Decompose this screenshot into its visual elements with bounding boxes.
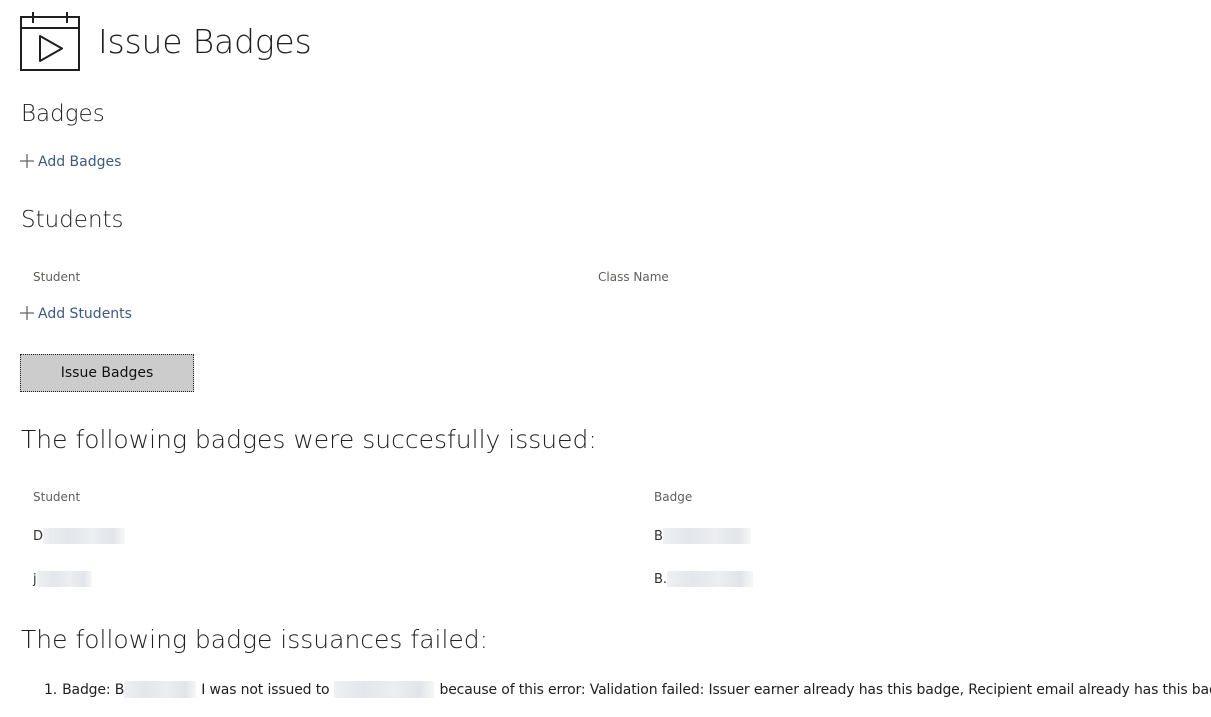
students-column-student[interactable]: Student <box>33 270 80 284</box>
redacted-text <box>36 571 92 587</box>
failed-error: because of this error: Validation failed… <box>439 681 1211 698</box>
plus-icon <box>20 305 34 320</box>
success-row-2-badge: B. <box>654 571 754 587</box>
students-section-title: Students <box>21 207 124 233</box>
student-name: D <box>33 528 44 544</box>
failed-prefix: Badge: B <box>62 681 125 698</box>
success-column-student[interactable]: Student <box>33 490 80 504</box>
badges-section-title: Badges <box>21 101 105 127</box>
list-number: 1. <box>44 681 58 698</box>
badge-name: B. <box>654 571 668 587</box>
redacted-text <box>667 571 754 587</box>
issue-badges-button[interactable]: Issue Badges <box>20 354 194 392</box>
page-title: Issue Badges <box>98 22 312 61</box>
add-students-link[interactable]: Add Students <box>20 305 132 322</box>
badge-name: B <box>654 528 663 544</box>
students-column-class-name[interactable]: Class Name <box>598 270 669 284</box>
redacted-text <box>334 681 435 698</box>
redacted-text <box>124 681 197 698</box>
success-section-title: The following badges were succesfully is… <box>21 425 597 454</box>
success-row-1-student: D <box>33 528 126 544</box>
plus-icon <box>20 153 34 168</box>
calendar-play-icon <box>20 12 80 71</box>
failed-section-title: The following badge issuances failed: <box>21 625 489 654</box>
success-row-1-badge: B <box>654 528 751 544</box>
add-students-label: Add Students <box>38 306 132 322</box>
success-column-badge[interactable]: Badge <box>654 490 692 504</box>
redacted-text <box>43 528 126 544</box>
redacted-text <box>662 528 751 544</box>
add-badges-label: Add Badges <box>38 154 122 170</box>
failed-list-item: 1. Badge: B I was not issued to because … <box>44 681 1211 698</box>
add-badges-link[interactable]: Add Badges <box>20 153 122 170</box>
success-row-2-student: j <box>33 571 92 587</box>
failed-middle: I was not issued to <box>201 681 330 698</box>
